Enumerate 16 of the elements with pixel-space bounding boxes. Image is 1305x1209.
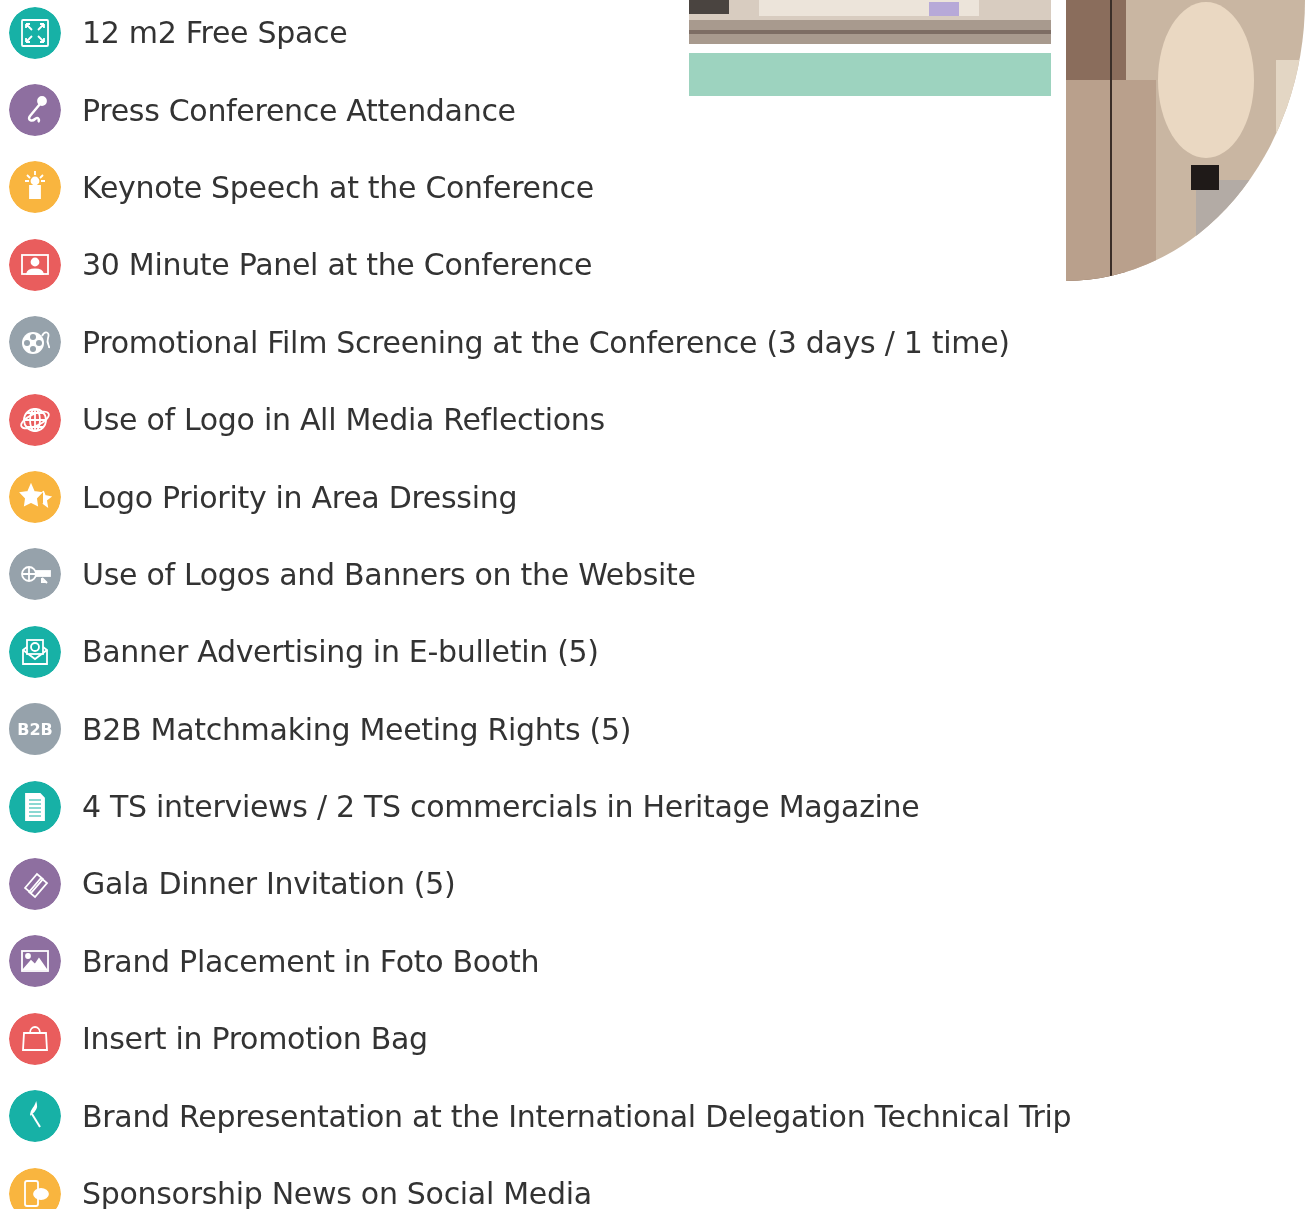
benefit-label: Banner Advertising in E-bulletin (5) xyxy=(82,634,599,670)
benefit-label: B2B Matchmaking Meeting Rights (5) xyxy=(82,711,632,747)
benefit-label: Press Conference Attendance xyxy=(82,92,516,128)
benefit-label: 4 TS interviews / 2 TS commercials in Heritage Magazine xyxy=(82,789,920,825)
text-badge: B2B xyxy=(9,703,61,756)
benefit-label: Brand Placement in Foto Booth xyxy=(82,943,540,979)
benefit-label: Use of Logo in All Media Reflections xyxy=(82,402,605,438)
benefit-label: 12 m2 Free Space xyxy=(82,15,348,51)
benefit-label: Keynote Speech at the Conference xyxy=(82,169,594,205)
benefit-label: Gala Dinner Invitation (5) xyxy=(82,866,456,902)
benefit-label: Insert in Promotion Bag xyxy=(82,1021,428,1057)
benefit-label: 30 Minute Panel at the Conference xyxy=(82,247,593,283)
benefit-label: Use of Logos and Banners on the Website xyxy=(82,556,696,592)
benefit-label: Brand Representation at the International Delegation Technical Trip xyxy=(82,1098,1072,1134)
benefit-label: Logo Priority in Area Dressing xyxy=(82,479,518,515)
benefit-label: Promotional Film Screening at the Conference (3 days / 1 time) xyxy=(82,324,1010,360)
